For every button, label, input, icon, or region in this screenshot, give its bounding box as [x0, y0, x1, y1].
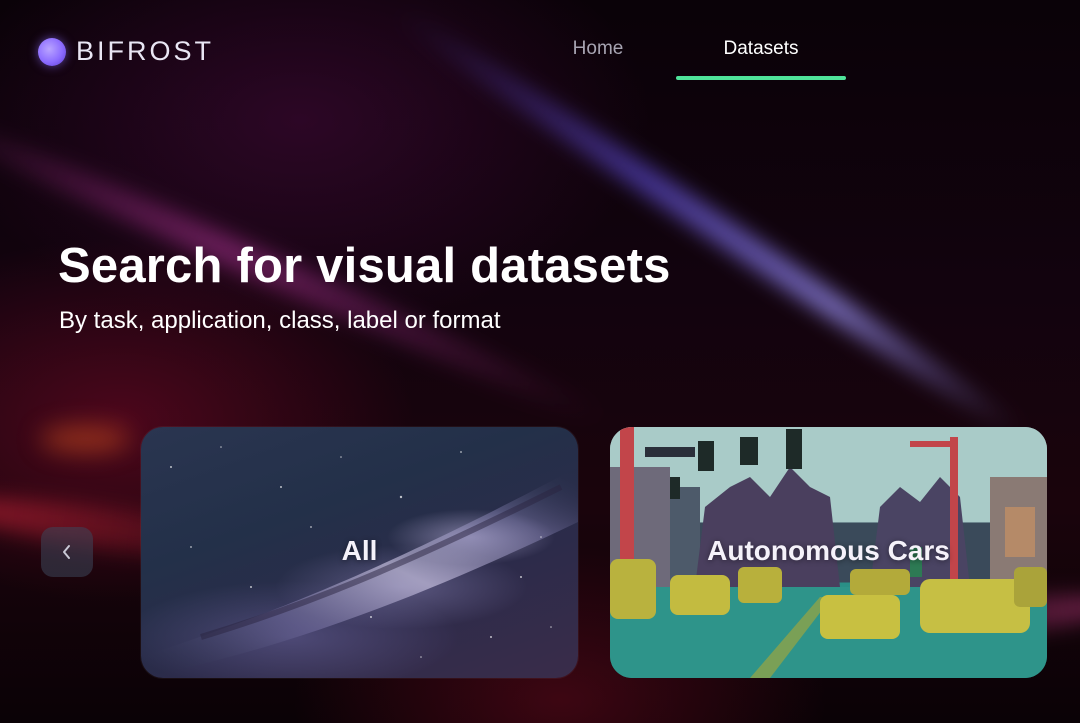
background-light-glow — [40, 425, 130, 453]
nav-item-datasets[interactable]: Datasets — [676, 36, 846, 80]
category-card-all[interactable]: All — [141, 427, 578, 678]
hero-subtitle: By task, application, class, label or fo… — [59, 307, 501, 334]
category-card-autonomous-cars[interactable]: Autonomous Cars — [610, 427, 1047, 678]
logo-orb-icon — [38, 37, 66, 66]
nav-item-home[interactable]: Home — [540, 36, 656, 80]
nav-item-label: Home — [572, 38, 624, 59]
nav-item-label: Datasets — [723, 38, 799, 59]
brand-name: BIFROST — [76, 36, 215, 66]
active-tab-indicator — [676, 76, 846, 80]
brand-logo[interactable]: BIFROST — [38, 36, 214, 67]
hero-title: Search for visual datasets — [58, 239, 671, 293]
chevron-left-icon — [63, 545, 70, 559]
category-card-label: Autonomous Cars — [707, 535, 950, 566]
page: BIFROST Home Datasets Search for visual … — [0, 0, 1080, 723]
category-card-label: All — [341, 535, 378, 566]
main-nav: Home Datasets — [540, 36, 846, 80]
carousel-prev-button[interactable] — [41, 527, 93, 577]
